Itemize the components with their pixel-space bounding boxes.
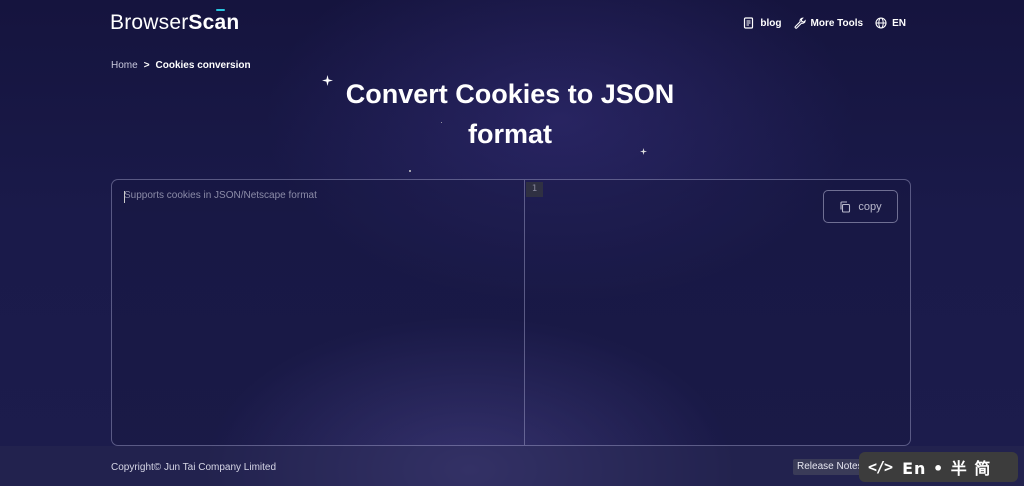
nav-language-label: EN [892,17,906,29]
header: BrowserScan blog More Tools EN [0,0,1024,46]
copy-button-label: copy [858,200,882,213]
logo-text-scan: Scan [188,9,240,34]
copyright-text: Copyright© Jun Tai Company Limited [111,462,277,473]
logo-text-sc: Sc [188,11,215,34]
star-dot [409,170,411,172]
breadcrumb-separator: > [143,60,150,71]
nav-blog-label: blog [760,17,782,29]
wrench-icon [794,17,806,29]
globe-icon [875,17,887,29]
copy-button[interactable]: copy [823,190,898,223]
breadcrumb-home[interactable]: Home [111,60,138,71]
logo-text-a: a [214,9,227,34]
nav-blog[interactable]: blog [743,17,782,29]
page-title-line2: format [467,119,552,149]
nav-language[interactable]: EN [875,17,906,29]
document-icon [744,17,754,29]
widget-language-text: En • 半 简 [902,459,992,478]
logo-text-browser: Browser [110,11,189,34]
cookies-input[interactable] [112,180,524,445]
breadcrumb: Home > Cookies conversion [111,60,251,71]
copy-icon [840,200,851,213]
language-widget[interactable]: </> En • 半 简 [859,452,1018,482]
browserscan-logo[interactable]: BrowserScan [110,9,240,35]
page-title: Convert Cookies to JSON format [310,74,710,154]
output-line-number: 1 [526,182,543,197]
converter-panel: 1 copy [111,179,911,446]
top-nav: blog More Tools EN [743,17,906,29]
logo-text-n: n [226,11,240,34]
nav-more-tools[interactable]: More Tools [794,17,864,29]
release-notes-link[interactable]: Release Notes [793,459,867,475]
breadcrumb-current: Cookies conversion [155,60,251,71]
panel-divider [524,180,525,445]
page-title-line1: Convert Cookies to JSON [345,79,675,109]
nav-more-tools-label: More Tools [810,17,864,29]
code-icon: </> [868,458,893,476]
text-caret [124,191,125,203]
